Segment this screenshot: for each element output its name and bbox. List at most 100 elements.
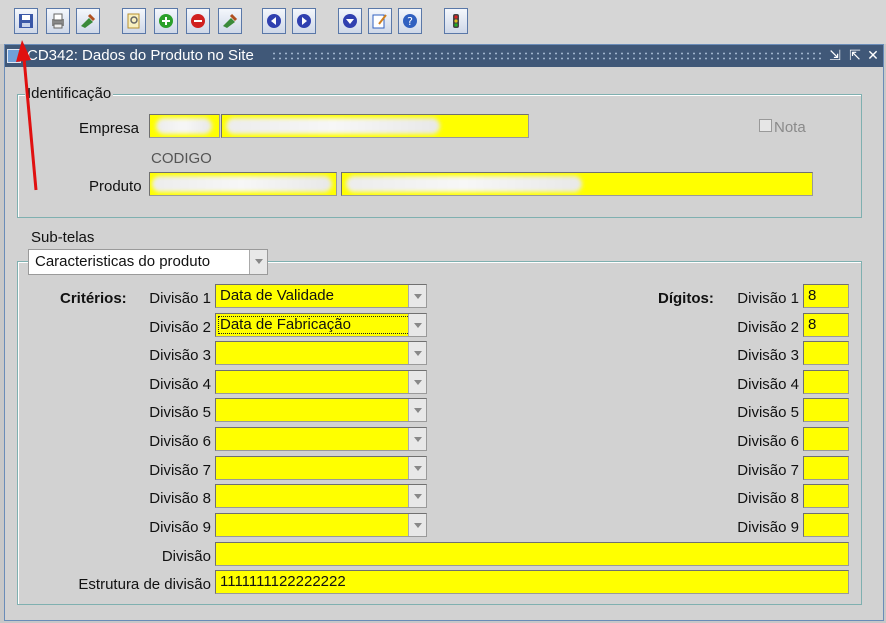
digits-division-label: Divisão 1 (737, 290, 799, 307)
chevron-down-icon[interactable] (408, 456, 426, 479)
help-button[interactable]: ? (398, 8, 422, 34)
find-icon (127, 13, 140, 29)
identificacao-group (17, 94, 862, 218)
digits-division-label: Divisão 6 (737, 433, 799, 450)
criteria-division-select[interactable] (215, 455, 427, 480)
minimize-icon[interactable]: ⇲ (827, 47, 843, 63)
criteria-division-select[interactable] (215, 512, 427, 537)
digits-division-field[interactable] (803, 341, 849, 366)
delete-icon (191, 14, 205, 28)
criteria-division-label: Divisão 2 (149, 318, 211, 336)
digits-division-label: Divisão 8 (737, 490, 799, 508)
criteria-division-label: Divisão 6 (149, 433, 211, 450)
down-icon (343, 14, 357, 28)
empresa-name-field[interactable] (221, 114, 529, 138)
window-titlebar[interactable]: CD342: Dados do Produto no Site ⇲ ⇱ ✕ (5, 45, 883, 67)
previous-icon (267, 14, 281, 28)
chevron-down-icon[interactable] (408, 313, 426, 336)
titlebar-pattern (271, 51, 821, 61)
subtelas-select[interactable]: Caracteristicas do produto (28, 249, 268, 275)
next-icon (297, 14, 311, 28)
chevron-down-icon[interactable] (408, 428, 426, 450)
digits-division-label: Divisão 5 (737, 404, 799, 422)
criteria-division-select[interactable] (215, 398, 427, 423)
next-button[interactable] (292, 8, 316, 34)
criteria-division-value: Data de Validade (220, 287, 334, 304)
divisao-label: Divisão (161, 548, 211, 565)
digits-division-label: Divisão 3 (737, 347, 799, 365)
save-icon (19, 14, 33, 28)
help-icon: ? (403, 14, 417, 28)
print-icon (52, 13, 64, 29)
digits-division-field[interactable] (803, 427, 849, 451)
chevron-down-icon[interactable] (408, 370, 426, 393)
nota-checkbox[interactable] (759, 119, 772, 132)
insert-record-button[interactable] (154, 8, 178, 34)
codigo-label: CODIGO (151, 150, 212, 167)
criteria-division-label: Divisão 3 (149, 347, 211, 365)
digits-division-field[interactable] (803, 484, 849, 509)
chevron-down-icon[interactable] (408, 285, 426, 307)
digits-division-label: Divisão 9 (737, 518, 799, 536)
down-button[interactable] (338, 8, 362, 34)
maximize-icon[interactable]: ⇱ (847, 47, 863, 63)
divisao-field[interactable] (215, 542, 849, 566)
app-icon (7, 49, 21, 63)
digits-division-label: Divisão 2 (737, 318, 799, 336)
criteria-division-label: Divisão 1 (149, 290, 211, 307)
criteria-division-label: Divisão 8 (149, 490, 211, 508)
digits-division-field[interactable] (803, 512, 849, 537)
nota-label: Nota (774, 119, 806, 136)
criteria-division-select[interactable] (215, 341, 427, 366)
chevron-down-icon[interactable] (408, 485, 426, 508)
toolbar: ? (0, 0, 886, 44)
digits-division-field[interactable]: 8 (803, 312, 849, 337)
digits-division-label: Divisão 7 (737, 461, 799, 479)
print-button[interactable] (46, 8, 70, 34)
close-icon[interactable]: ✕ (865, 47, 881, 63)
save-button[interactable] (14, 8, 38, 34)
exit-button[interactable] (444, 8, 468, 34)
criteria-division-label: Divisão 4 (149, 375, 211, 393)
clear-icon (223, 13, 238, 28)
criteria-division-select[interactable]: Data de Validade (215, 284, 427, 308)
chevron-down-icon[interactable] (408, 399, 426, 422)
subtelas-label: Sub-telas (31, 229, 95, 246)
chevron-down-icon[interactable] (249, 250, 267, 274)
clear-button[interactable] (218, 8, 242, 34)
digits-division-field[interactable] (803, 455, 849, 480)
criteria-division-select[interactable]: Data de Fabricação (215, 312, 427, 337)
criteria-division-select[interactable] (215, 369, 427, 394)
produto-code-field[interactable] (149, 172, 337, 196)
subtelas-selected: Caracteristicas do produto (35, 253, 211, 270)
digits-division-label: Divisão 4 (737, 375, 799, 393)
criteria-division-value: Data de Fabricação (220, 315, 351, 333)
delete-record-button[interactable] (186, 8, 210, 34)
digits-division-field[interactable] (803, 398, 849, 423)
criteria-division-label: Divisão 7 (149, 461, 211, 479)
svg-text:?: ? (407, 15, 413, 28)
criteria-division-label: Divisão 5 (149, 404, 211, 422)
produto-label: Produto (89, 178, 142, 195)
criteria-division-select[interactable] (215, 427, 427, 451)
digits-division-field[interactable] (803, 369, 849, 394)
produto-name-field[interactable] (341, 172, 813, 196)
tools-icon (81, 13, 96, 28)
exit-icon (453, 14, 459, 28)
empresa-code-field[interactable] (149, 114, 220, 138)
identificacao-legend: Identificação (25, 85, 114, 102)
criteria-division-label: Divisão 9 (149, 518, 211, 536)
chevron-down-icon[interactable] (408, 342, 426, 365)
edit-icon (372, 14, 387, 29)
previous-button[interactable] (262, 8, 286, 34)
form-window: CD342: Dados do Produto no Site ⇲ ⇱ ✕ Id… (4, 44, 884, 621)
chevron-down-icon[interactable] (408, 513, 426, 536)
estrutura-field[interactable]: 1111111122222222 (215, 570, 849, 594)
digits-division-field[interactable]: 8 (803, 284, 849, 308)
find-button[interactable] (122, 8, 146, 34)
insert-icon (159, 14, 173, 28)
edit-button[interactable] (368, 8, 392, 34)
window-title: CD342: Dados do Produto no Site (27, 47, 254, 64)
criteria-division-select[interactable] (215, 484, 427, 509)
tools-button[interactable] (76, 8, 100, 34)
